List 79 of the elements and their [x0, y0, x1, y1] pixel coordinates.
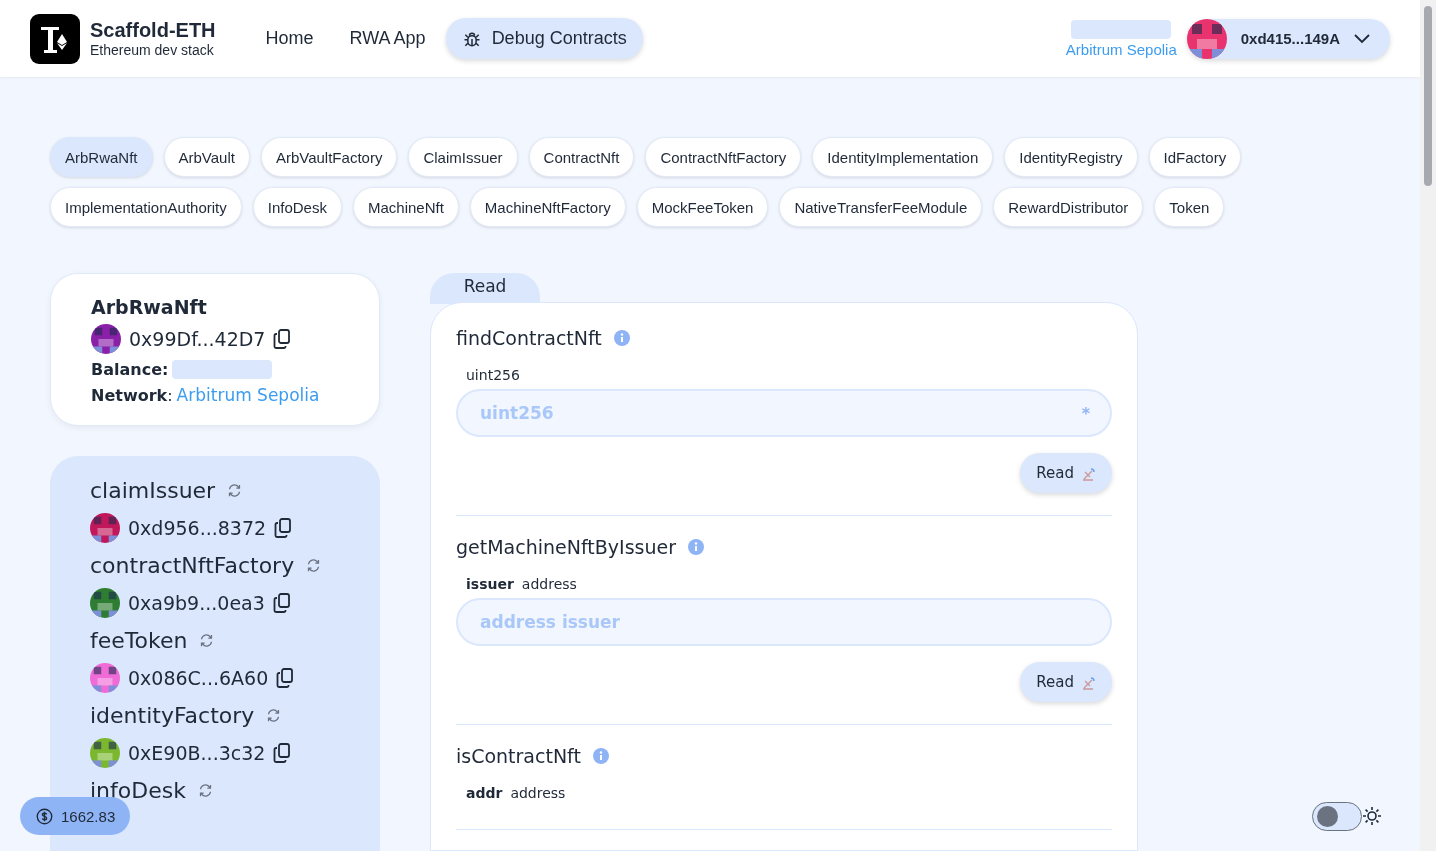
copy-icon[interactable] [272, 593, 291, 613]
input-type: address [521, 576, 577, 592]
dollar-icon [36, 807, 53, 825]
contract-chip[interactable]: NativeTransferFeeModule [779, 187, 983, 227]
refresh-icon[interactable] [266, 708, 282, 723]
antenna-icon [1082, 674, 1096, 690]
input-name: issuer [466, 576, 514, 592]
copy-icon[interactable] [273, 743, 292, 763]
contract-chip[interactable]: ClaimIssuer [408, 137, 518, 177]
input-type: uint256 [466, 367, 520, 383]
brand-title: Scaffold-ETH [90, 19, 216, 42]
contract-chip[interactable]: ArbVault [163, 137, 250, 177]
read-button[interactable]: Read [1020, 453, 1112, 493]
chevron-down-icon [1354, 33, 1370, 44]
input-type: address [510, 785, 566, 801]
contract-chip[interactable]: ContractNft [528, 137, 635, 177]
avatar-icon [1186, 18, 1227, 59]
variable-name: feeToken [90, 628, 188, 653]
input-field[interactable]: address issuer [456, 598, 1112, 646]
refresh-icon[interactable] [197, 783, 213, 798]
nav-link[interactable]: RWA App [333, 18, 442, 59]
contract-chip[interactable]: ArbVaultFactory [260, 137, 398, 177]
copy-icon[interactable] [276, 668, 295, 688]
contract-chip[interactable]: MachineNft [352, 187, 459, 227]
contract-chip[interactable]: IdentityImplementation [812, 137, 994, 177]
variable-address: 0x086C...6A60 [128, 667, 269, 689]
required-mark: * [1081, 403, 1090, 423]
function-name: findContractNft [456, 327, 602, 349]
account-button[interactable]: 0xd415...149A [1186, 18, 1390, 59]
read-tab[interactable]: Read [430, 273, 540, 304]
contract-chip[interactable]: MachineNftFactory [469, 187, 626, 227]
refresh-icon[interactable] [199, 633, 215, 648]
read-button[interactable]: Read [1020, 662, 1112, 702]
logo-icon[interactable] [30, 13, 80, 64]
nav-link[interactable]: Debug Contracts [445, 18, 643, 59]
avatar-icon [90, 588, 120, 618]
contract-chip[interactable]: RewardDistributor [993, 187, 1144, 227]
network-label: Network: [91, 385, 173, 405]
avatar-icon [90, 738, 120, 768]
copy-icon[interactable] [274, 518, 293, 538]
avatar-icon [90, 513, 120, 543]
function-name: isContractNft [456, 745, 581, 767]
theme-toggle[interactable] [1312, 802, 1362, 831]
contract-address: 0x99Df...42D7 [129, 328, 266, 350]
antenna-icon [1082, 465, 1096, 481]
brand-subtitle: Ethereum dev stack [90, 42, 215, 58]
refresh-icon[interactable] [227, 483, 243, 498]
variable-name: identityFactory [90, 703, 255, 728]
sun-icon [1362, 806, 1382, 826]
price-value: 1662.83 [61, 807, 116, 825]
contract-name: ArbRwaNft [91, 296, 208, 318]
contract-chip[interactable]: ContractNftFactory [645, 137, 802, 177]
function-name: getMachineNftByIssuer [456, 536, 676, 558]
scrollbar[interactable] [1420, 0, 1436, 851]
contract-chip[interactable]: Token [1154, 187, 1225, 227]
variable-name: claimIssuer [90, 478, 216, 503]
variable-name: infoDesk [90, 778, 186, 803]
contract-chip[interactable]: IdFactory [1148, 137, 1242, 177]
avatar-icon [90, 663, 120, 693]
input-name: addr [466, 785, 503, 801]
contract-chip[interactable]: ImplementationAuthority [50, 187, 242, 227]
contract-chip[interactable]: InfoDesk [252, 187, 342, 227]
input-text[interactable]: uint256 [478, 402, 1082, 424]
contract-chip[interactable]: IdentityRegistry [1004, 137, 1138, 177]
variable-name: contractNftFactory [90, 553, 295, 578]
refresh-icon[interactable] [306, 558, 322, 573]
copy-icon[interactable] [273, 329, 292, 349]
contract-chip[interactable]: ArbRwaNft [50, 137, 153, 177]
balance-label: Balance: [91, 360, 169, 379]
variable-address: 0xE90B...3c32 [128, 742, 266, 764]
info-icon[interactable] [688, 539, 704, 555]
avatar-icon [91, 324, 121, 354]
info-icon[interactable] [592, 748, 609, 764]
variable-address: 0xd956...8372 [128, 517, 267, 539]
contract-chip[interactable]: MockFeeToken [636, 187, 769, 227]
variable-address: 0xa9b9...0ea3 [128, 592, 265, 614]
info-icon[interactable] [613, 330, 630, 346]
nav-link[interactable]: Home [249, 18, 330, 59]
input-text[interactable]: address issuer [478, 611, 1090, 633]
